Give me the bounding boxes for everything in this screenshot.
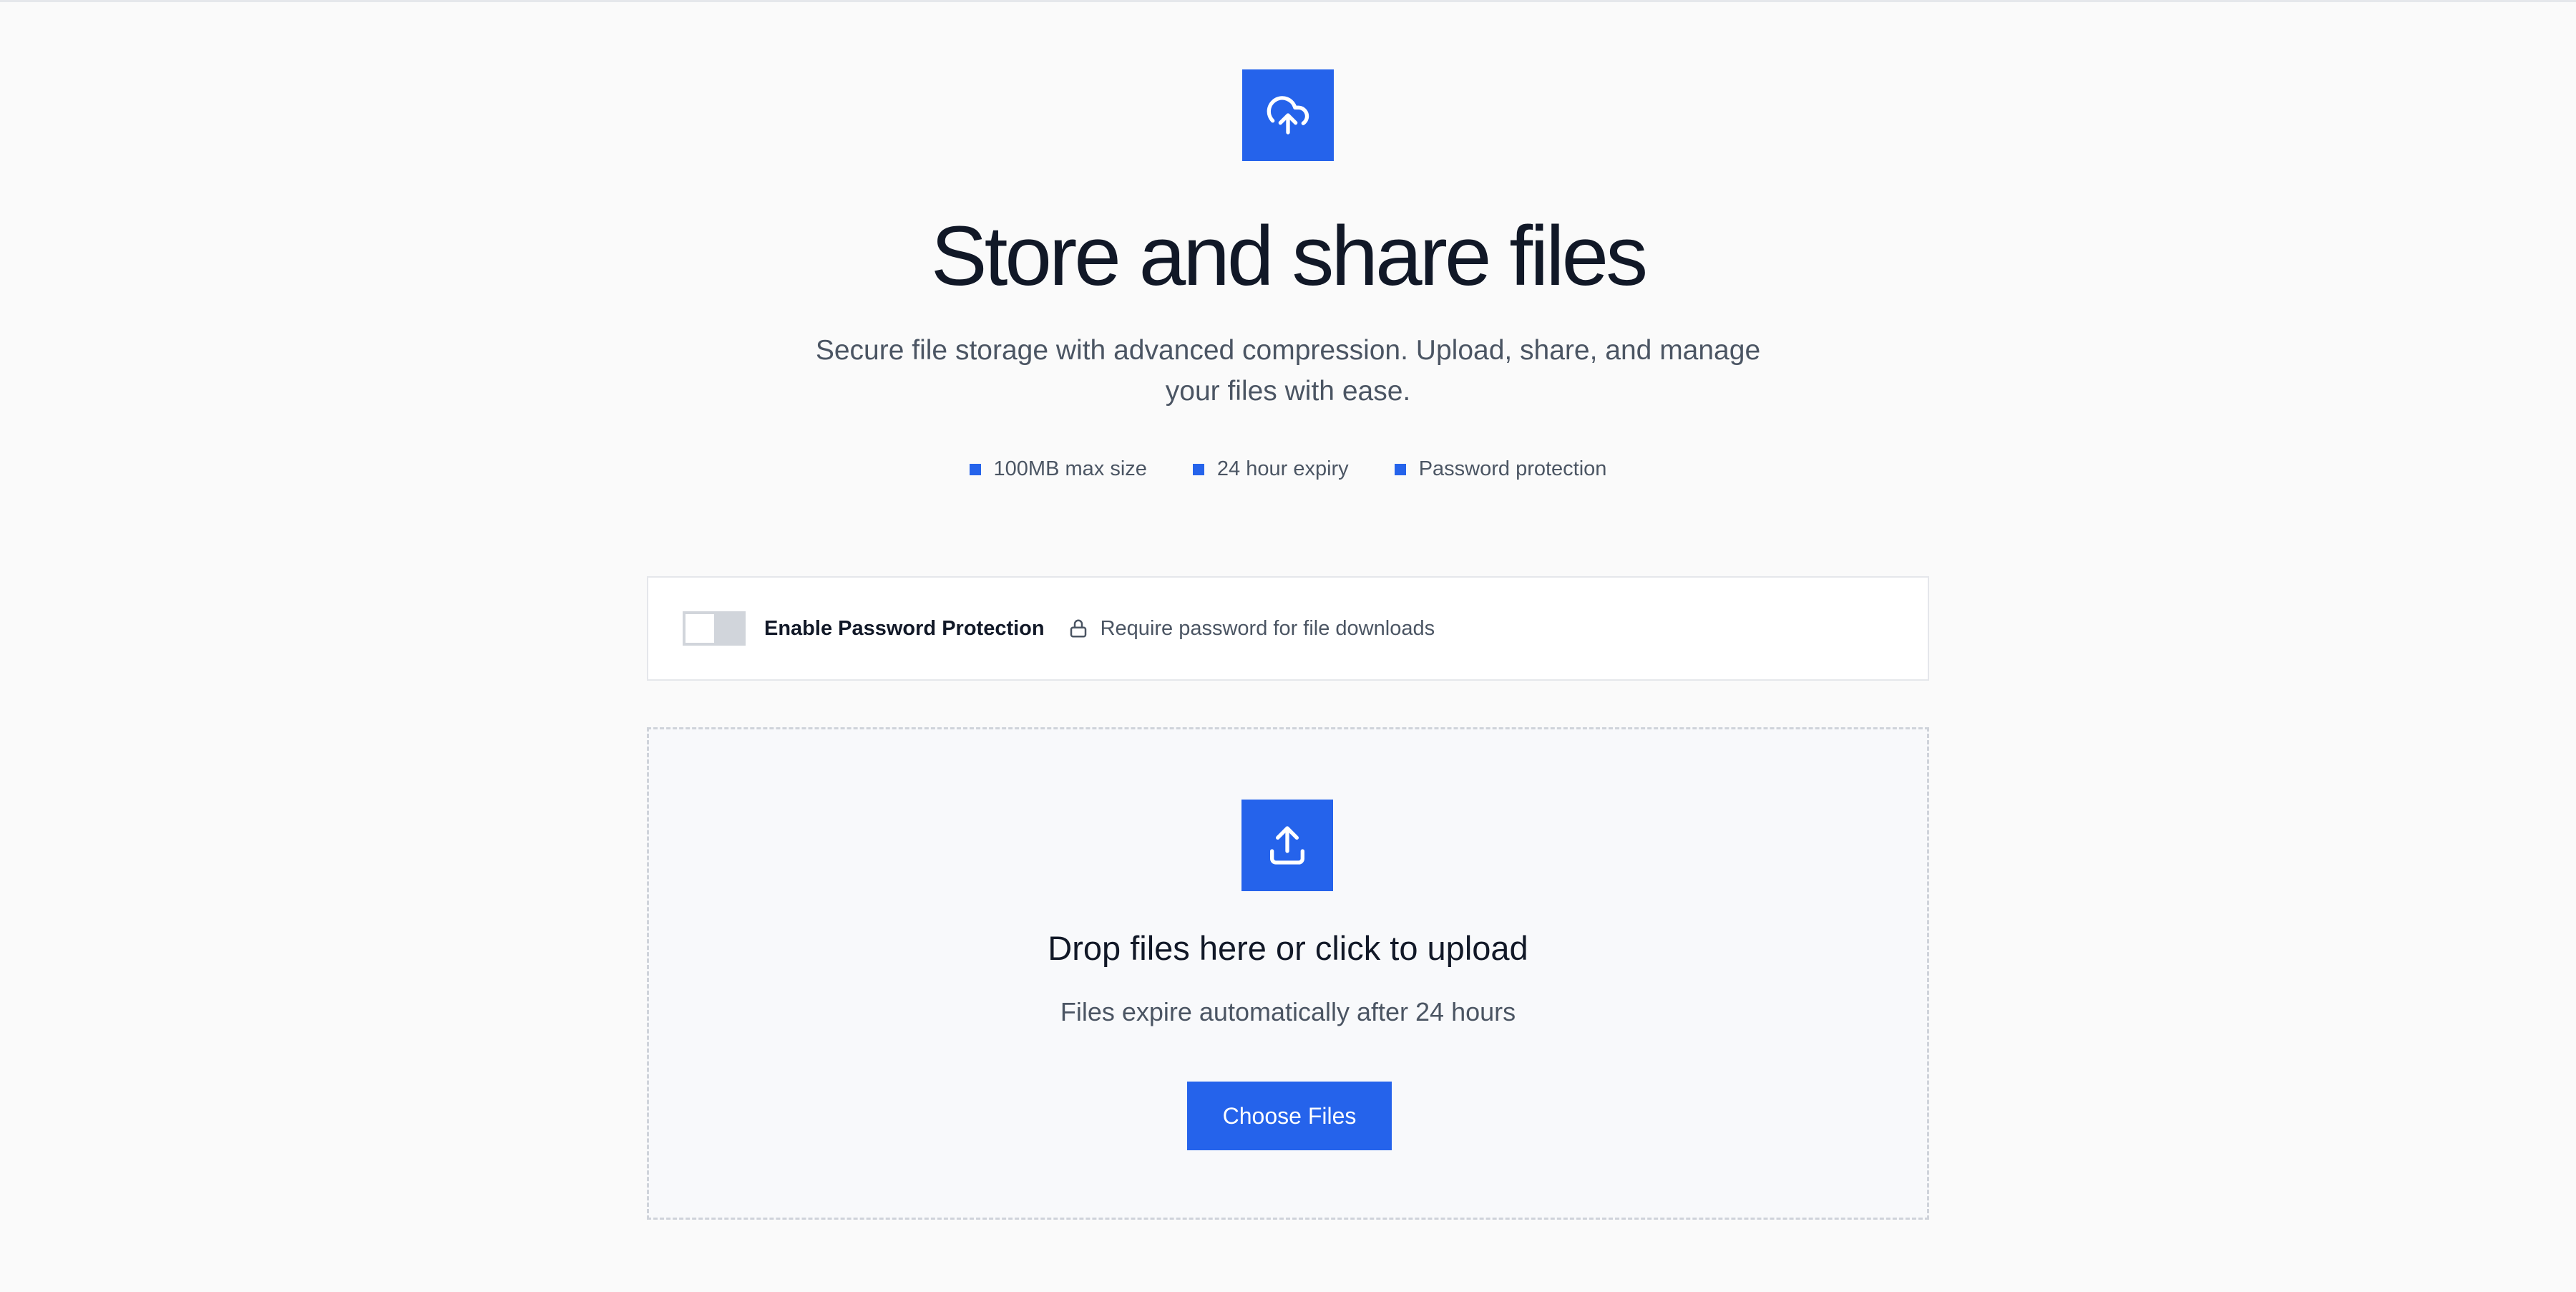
feature-label: 100MB max size — [993, 457, 1147, 480]
toggle-knob — [686, 614, 714, 643]
lock-icon — [1068, 618, 1089, 639]
upload-badge — [1241, 800, 1333, 891]
password-protection-hint: Require password for file downloads — [1100, 616, 1435, 640]
bullet-icon — [969, 463, 981, 475]
choose-files-button[interactable]: Choose Files — [1187, 1082, 1392, 1150]
feature-list: 100MB max size 24 hour expiry Password p… — [0, 457, 2576, 481]
cloud-upload-icon — [1267, 96, 1309, 135]
bullet-icon — [1394, 463, 1406, 475]
feature-item: Password protection — [1394, 457, 1607, 481]
upload-page: Store and share files Secure file storag… — [0, 0, 2576, 1292]
dropzone-title: Drop files here or click to upload — [1048, 929, 1528, 967]
dropzone-subtitle: Files expire automatically after 24 hour… — [1060, 997, 1516, 1026]
upload-icon — [1270, 826, 1304, 865]
hero-logo — [1242, 69, 1334, 161]
password-protection-toggle[interactable] — [683, 611, 746, 646]
file-dropzone[interactable]: Drop files here or click to upload Files… — [647, 727, 1929, 1220]
feature-item: 24 hour expiry — [1192, 457, 1349, 481]
feature-item: 100MB max size — [969, 457, 1147, 481]
page-title: Store and share files — [930, 209, 1648, 303]
password-protection-card: Enable Password Protection Require passw… — [647, 576, 1929, 681]
page-subtitle: Secure file storage with advanced compre… — [815, 335, 1761, 407]
feature-label: 24 hour expiry — [1216, 457, 1349, 480]
feature-label: Password protection — [1418, 457, 1607, 480]
password-protection-label[interactable]: Enable Password Protection — [764, 617, 1045, 641]
bullet-icon — [1192, 463, 1204, 475]
